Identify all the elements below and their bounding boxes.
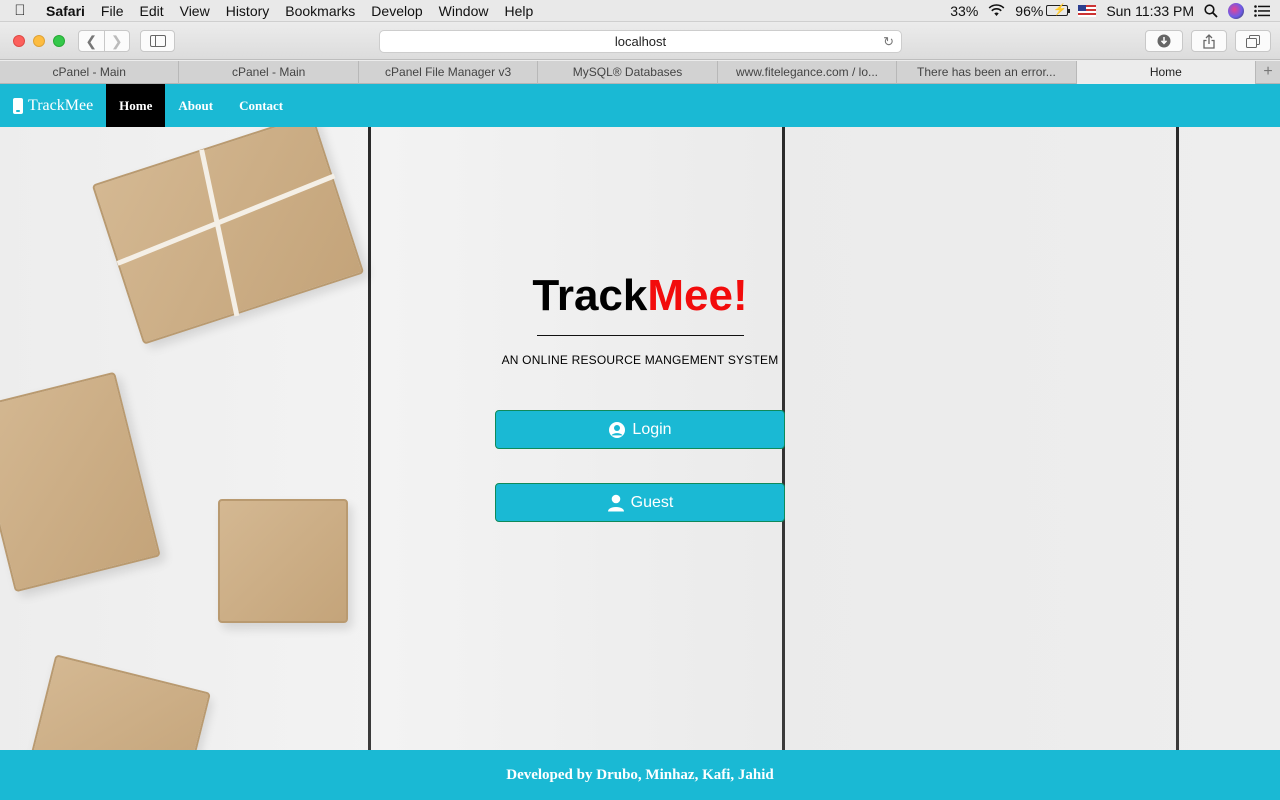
- box-image: [0, 371, 161, 593]
- url-text: localhost: [614, 34, 667, 49]
- user-circle-icon: [608, 421, 626, 439]
- forward-icon[interactable]: ❯: [103, 31, 130, 51]
- battery-status[interactable]: 96% ⚡: [1015, 2, 1071, 19]
- tab-fitelegance[interactable]: www.fitelegance.com / lo...: [718, 61, 898, 84]
- box-image: [29, 654, 211, 750]
- new-tab-button[interactable]: +: [1256, 61, 1280, 84]
- tab-cpanel-main-1[interactable]: cPanel - Main: [0, 61, 180, 84]
- site-footer: Developed by Drubo, Minhaz, Kafi, Jahid: [0, 750, 1280, 800]
- tab-mysql-databases[interactable]: MySQL® Databases: [538, 61, 718, 84]
- tab-bar: cPanel - Main cPanel - Main cPanel File …: [0, 61, 1280, 84]
- menu-window[interactable]: Window: [431, 0, 497, 22]
- menu-bookmarks[interactable]: Bookmarks: [277, 0, 363, 22]
- sidebar-icon[interactable]: [140, 30, 175, 52]
- footer-credits: Developed by Drubo, Minhaz, Kafi, Jahid: [506, 766, 774, 783]
- brightness-status[interactable]: 33%: [950, 3, 978, 19]
- nav-about[interactable]: About: [165, 84, 226, 127]
- share-icon[interactable]: [1191, 30, 1227, 52]
- tabs-icon[interactable]: [1235, 30, 1271, 52]
- guest-button[interactable]: Guest: [495, 483, 785, 522]
- menu-app-name[interactable]: Safari: [40, 0, 93, 22]
- phone-icon: [13, 97, 23, 114]
- hero-title: TrackMee!: [0, 271, 1280, 321]
- tab-error[interactable]: There has been an error...: [897, 61, 1077, 84]
- site-brand[interactable]: TrackMee: [0, 84, 106, 127]
- battery-percent: 96%: [1015, 2, 1044, 19]
- box-image: [218, 499, 348, 623]
- search-icon[interactable]: [1204, 3, 1218, 18]
- flag-icon[interactable]: [1078, 4, 1097, 17]
- history-nav: ❮ ❯: [78, 30, 130, 52]
- site-navbar: TrackMee Home About Contact: [0, 84, 1280, 127]
- guest-label: Guest: [630, 493, 674, 511]
- tab-home[interactable]: Home: [1076, 61, 1257, 84]
- download-icon[interactable]: [1145, 30, 1183, 52]
- siri-icon[interactable]: [1228, 2, 1244, 19]
- zoom-window-button[interactable]: [53, 35, 65, 47]
- menu-file[interactable]: File: [93, 0, 132, 22]
- plank-divider: [368, 127, 371, 750]
- tab-cpanel-file-manager[interactable]: cPanel File Manager v3: [359, 61, 539, 84]
- clock[interactable]: Sun 11:33 PM: [1106, 3, 1194, 19]
- minimize-window-button[interactable]: [33, 35, 45, 47]
- menu-develop[interactable]: Develop: [363, 0, 430, 22]
- hero-section: TrackMee! AN ONLINE RESOURCE MANGEMENT S…: [0, 127, 1280, 750]
- close-window-button[interactable]: [13, 35, 25, 47]
- title-divider: [537, 335, 744, 336]
- browser-toolbar: ❮ ❯ localhost ↻: [0, 22, 1280, 60]
- list-icon[interactable]: [1254, 4, 1270, 17]
- apple-icon[interactable]: : [0, 2, 40, 19]
- user-icon: [607, 494, 625, 512]
- hero-title-accent: Mee!: [647, 271, 748, 320]
- address-bar[interactable]: localhost ↻: [379, 30, 902, 53]
- tab-cpanel-main-2[interactable]: cPanel - Main: [179, 61, 359, 84]
- menu-help[interactable]: Help: [496, 0, 541, 22]
- login-button[interactable]: Login: [495, 410, 785, 449]
- mac-menubar:  Safari File Edit View History Bookmark…: [0, 0, 1280, 22]
- menu-edit[interactable]: Edit: [131, 0, 171, 22]
- hero-title-main: Track: [532, 271, 648, 320]
- nav-home[interactable]: Home: [106, 84, 166, 127]
- web-page: TrackMee Home About Contact TrackMee! AN…: [0, 84, 1280, 800]
- wifi-icon[interactable]: [988, 4, 1005, 17]
- nav-contact[interactable]: Contact: [226, 84, 296, 127]
- reload-icon[interactable]: ↻: [883, 34, 894, 50]
- menu-history[interactable]: History: [218, 0, 278, 22]
- back-icon[interactable]: ❮: [79, 31, 104, 51]
- brand-name: TrackMee: [28, 96, 94, 114]
- battery-icon: ⚡: [1046, 4, 1071, 16]
- hero-subtitle: AN ONLINE RESOURCE MANGEMENT SYSTEM: [501, 353, 779, 367]
- plank-divider: [1176, 127, 1179, 750]
- login-label: Login: [632, 420, 672, 438]
- menu-view[interactable]: View: [172, 0, 218, 22]
